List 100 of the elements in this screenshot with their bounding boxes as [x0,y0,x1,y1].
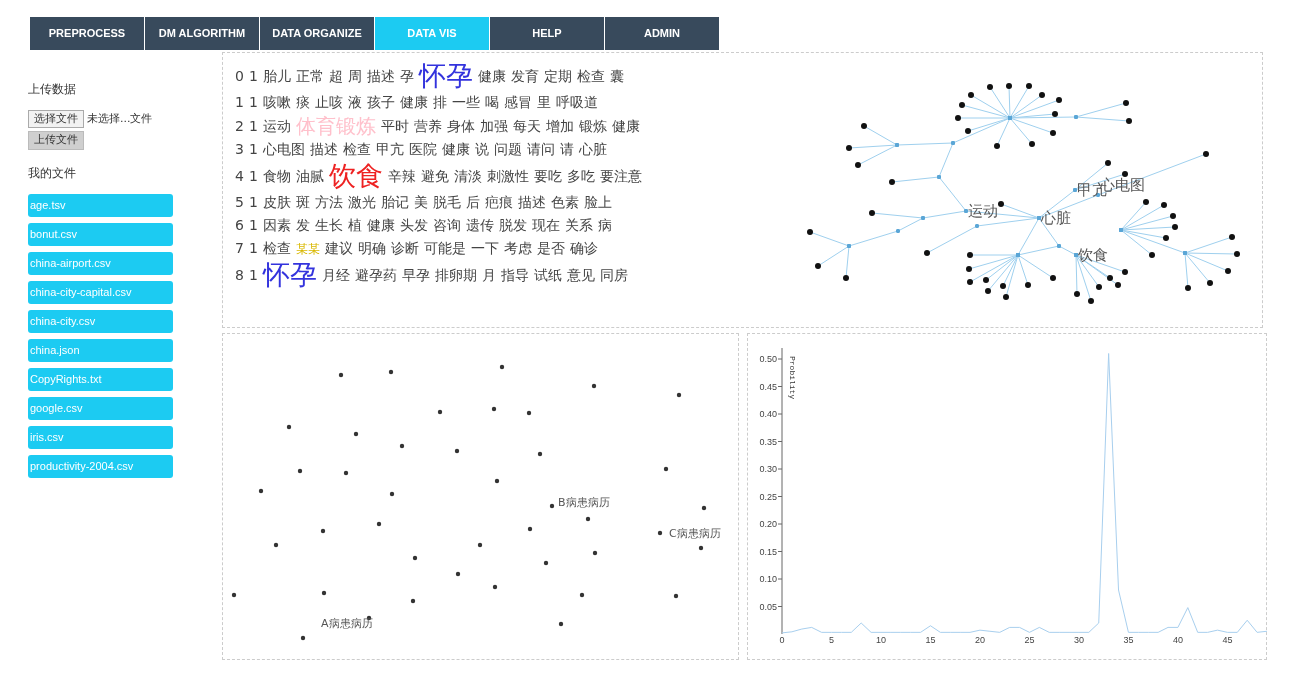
topic-word: 检查 [576,66,605,86]
topic-word: 色素 [550,193,579,212]
file-item[interactable]: age.tsv [28,194,173,217]
topic-word: 方法 [314,193,343,212]
nav-tab[interactable]: ADMIN [605,17,719,50]
topic-word: 排卵期 [434,265,477,285]
file-item[interactable]: productivity-2004.csv [28,455,173,478]
topic-word: 指导 [500,265,529,285]
y-tick-label: 0.30 [759,464,777,474]
upload-title: 上传数据 [28,81,76,98]
topic-number: 5 [235,193,244,212]
topic-word: 激光 [347,193,376,212]
topic-word: 早孕 [401,265,430,285]
topic-word: 意见 [566,265,595,285]
file-status: 未选择...文件 [87,110,153,127]
topic-word: 囊 [609,66,624,86]
topic-word: 明确 [357,239,386,258]
y-tick-label: 0.10 [759,574,777,584]
file-item[interactable]: CopyRights.txt [28,368,173,391]
topic-number: 1 [248,66,258,86]
topic-word: 多吃 [566,166,595,186]
file-item[interactable]: china-airport.csv [28,252,173,275]
nav-tab[interactable]: HELP [490,17,604,50]
topic-word: 发育 [510,66,539,86]
topic-number: 1 [235,93,244,112]
topic-word: 考虑 [503,239,532,258]
topic-word: 描述 [517,193,546,212]
topic-number: 4 [235,166,244,186]
topic-word: 健康 [399,93,428,112]
topic-word: 胎记 [380,193,409,212]
topic-word: 月 [481,265,496,285]
topic-number: 1 [248,93,258,112]
topic-word: 诊断 [390,239,419,258]
nav-tab[interactable]: DM ALGORITHM [145,17,259,50]
topic-word: 试纸 [533,265,562,285]
topic-number: 8 [235,265,244,285]
topic-word: 咨询 [432,216,461,235]
scatter-point-label: C病患病历 [669,527,721,540]
topic-word: 油腻 [295,166,324,186]
topic-word: 同房 [599,265,628,285]
topic-word: 关系 [564,216,593,235]
topic-word: 斑 [295,193,310,212]
topic-word: 要吃 [533,166,562,186]
topic-word: 现在 [531,216,560,235]
upload-button[interactable]: 上传文件 [28,131,84,150]
x-tick-label: 15 [925,635,936,645]
topic-word: 心电图 [262,140,305,159]
topic-word: 医院 [408,140,437,159]
topic-word: 加强 [479,116,508,136]
topic-word: 液 [347,93,362,112]
topic-word: 定期 [543,66,572,86]
topic-word: 增加 [545,116,574,136]
y-tick-label: 0.35 [759,436,777,447]
y-tick-label: 0.25 [759,491,777,502]
topic-word: 美 [413,193,428,212]
x-tick-label: 30 [1073,635,1084,645]
choose-file-button[interactable]: 选择文件 [28,110,84,128]
file-item[interactable]: iris.csv [28,426,173,449]
topic-word: 周 [347,66,362,86]
topic-word: 确诊 [569,239,598,258]
topic-word: 请问 [526,140,555,159]
topic-word: 检查 [342,140,371,159]
y-tick-label: 0.15 [759,546,777,557]
y-tick-label: 0.20 [759,519,777,529]
topic-word: 心脏 [578,140,607,159]
topic-word: 止咳 [314,93,343,112]
topic-word: 痰 [295,93,310,112]
topic-word: 感冒 [503,93,532,112]
file-item[interactable]: bonut.csv [28,223,173,246]
topic-word: 清淡 [453,166,482,186]
scatter-point-label: A病患病历 [321,617,373,630]
file-item[interactable]: china.json [28,339,173,362]
topic-word: 孕 [399,66,414,86]
topic-word: 可能是 [423,239,466,258]
x-tick-label: 5 [829,635,834,645]
file-item[interactable]: china-city-capital.csv [28,281,173,304]
network-node-label: 心脏 [1041,209,1071,227]
topic-word: 检查 [262,239,291,258]
topic-word: 问题 [493,140,522,159]
topic-word: 说 [474,140,489,159]
nav-tab[interactable]: DATA VIS [375,17,489,50]
topic-word: 营养 [413,116,442,136]
topic-word: 甲亢 [375,140,404,159]
topic-word: 锻炼 [578,116,607,136]
topic-word: 病 [597,216,612,235]
topic-number: 1 [248,239,258,258]
topic-word: 刺激性 [486,166,529,186]
topic-word: 平时 [380,116,409,136]
y-tick-label: 0.40 [759,409,777,419]
topic-word: 某某 [295,240,320,258]
nav-tab[interactable]: PREPROCESS [30,17,144,50]
file-item[interactable]: china-city.csv [28,310,173,333]
topic-word: 运动 [262,116,291,136]
topic-word: 是否 [536,239,565,258]
nav-tab[interactable]: DATA ORGANIZE [260,17,374,50]
file-item[interactable]: google.csv [28,397,173,420]
network-node-label: 饮食 [1078,246,1108,264]
topic-word: 皮肤 [262,193,291,212]
topic-word: 孩子 [366,93,395,112]
topic-number: 3 [235,140,244,159]
